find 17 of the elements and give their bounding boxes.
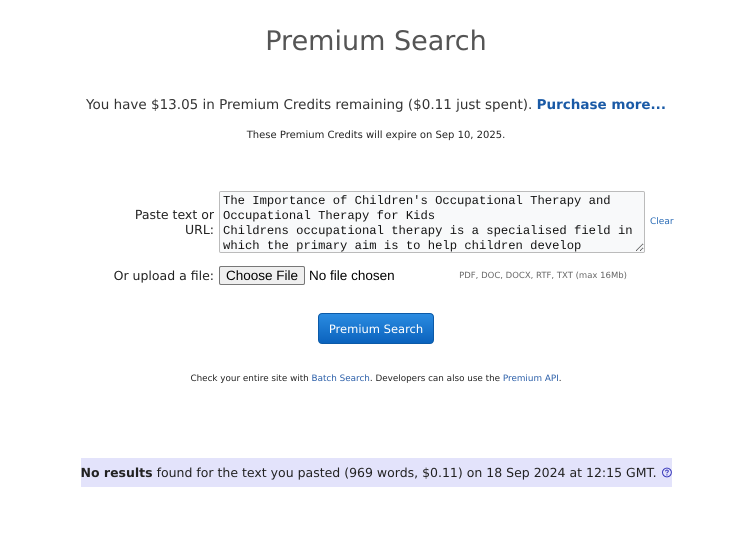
file-types-hint: PDF, DOC, DOCX, RTF, TXT (max 16Mb): [459, 270, 627, 280]
file-status: No file chosen: [309, 268, 395, 283]
footer-note: Check your entire site with Batch Search. Developers can also use the Premium API.: [190, 374, 562, 384]
footer-link[interactable]: Batch Search: [312, 374, 370, 384]
result-message: No results found for the text you pasted (969 words, $0.11) on 18 Sep 2024 at 12:15 GMT.: [80, 465, 657, 480]
page-title: Premium Search: [265, 26, 487, 57]
clear-link[interactable]: Clear: [650, 217, 674, 227]
premium-search-button[interactable]: Premium Search: [318, 313, 434, 344]
upload-label: Or upload a file:: [112, 268, 214, 283]
purchase-link[interactable]: Purchase more...: [536, 97, 666, 113]
paste-label: Paste text or URL:: [134, 207, 214, 237]
help-icon[interactable]: [662, 466, 672, 479]
expiry-note: These Premium Credits will expire on Sep 10, 2025.: [246, 130, 506, 141]
footer-link[interactable]: Premium API: [502, 374, 559, 384]
choose-file-button[interactable]: Choose File: [219, 266, 306, 285]
text-input-field[interactable]: The Importance of Children's Occupational Therapy and Occupational Therapy for Kids Childrens occupational therapy is a specialised field in which the primary aim is to help children develop: [219, 191, 645, 253]
credits-message: You have $13.05 in Premium Credits remaining ($0.11 just spent). Purchase more...: [86, 97, 666, 113]
